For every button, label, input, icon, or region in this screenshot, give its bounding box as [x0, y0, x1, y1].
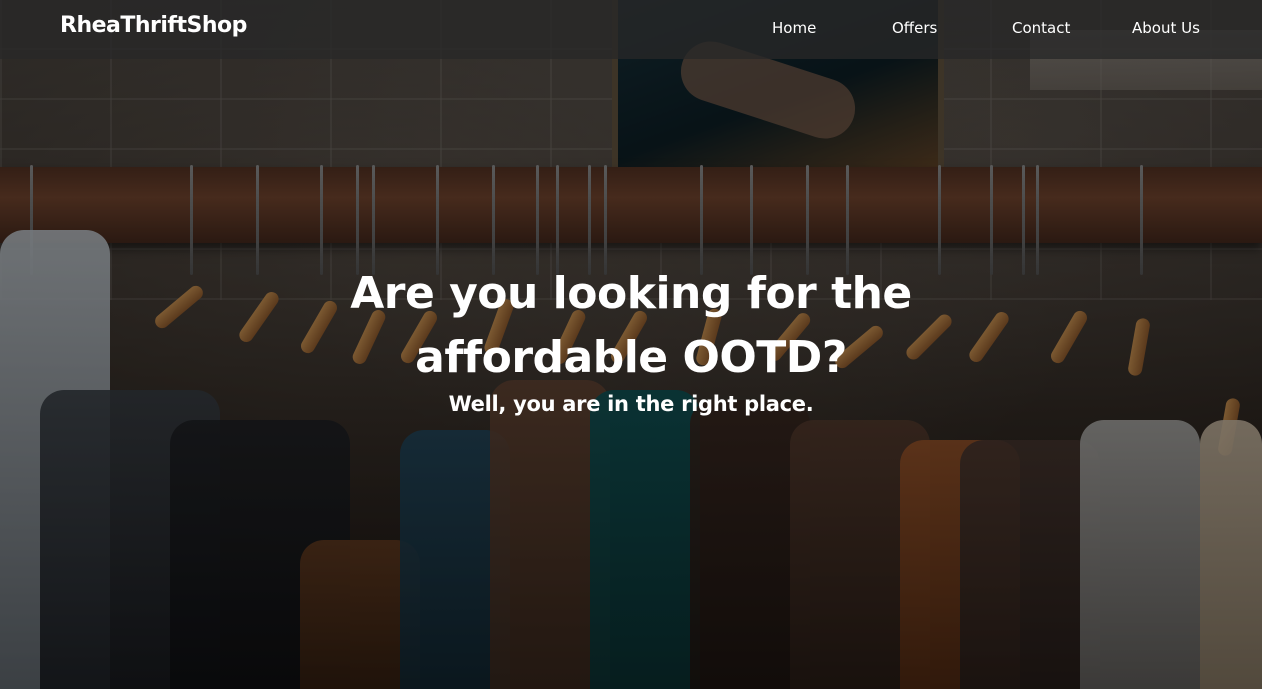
nav-links: Home Offers Contact About Us	[0, 0, 1262, 59]
nav-link-about-us[interactable]: About Us	[1132, 19, 1200, 37]
nav-link-contact[interactable]: Contact	[1012, 19, 1070, 37]
hero-title: Are you looking for the affordable OOTD?	[350, 268, 912, 383]
nav-link-home[interactable]: Home	[772, 19, 816, 37]
nav-link-offers[interactable]: Offers	[892, 19, 937, 37]
hero-subtitle: Well, you are in the right place.	[448, 392, 814, 416]
top-navbar: RheaThriftShop Home Offers Contact About…	[0, 0, 1262, 59]
hero-section: Are you looking for the affordable OOTD?…	[0, 262, 1262, 416]
